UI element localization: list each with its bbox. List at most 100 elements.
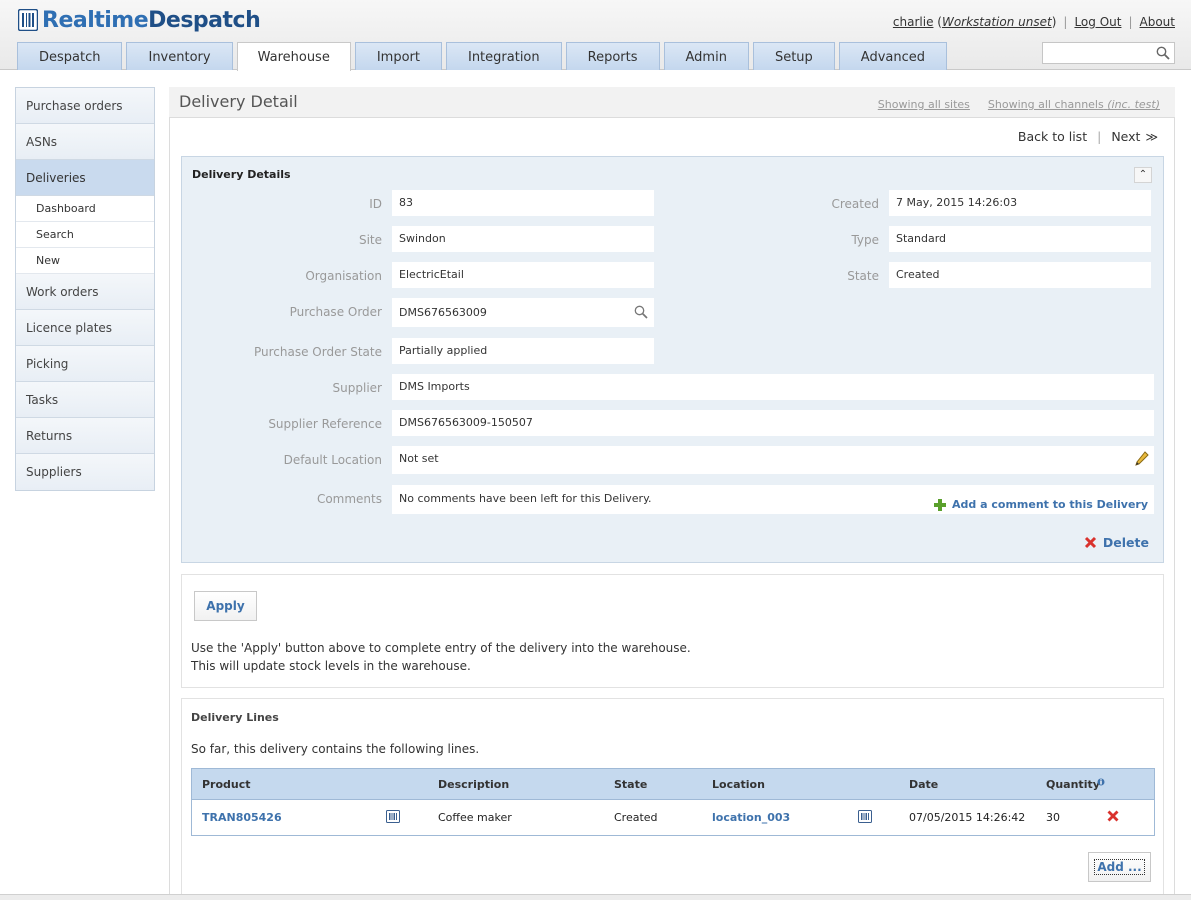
tab-inventory[interactable]: Inventory: [126, 42, 233, 70]
delivery-details-panel: Delivery Details ⌃ ID 83 Site Swindon Or…: [181, 156, 1164, 563]
sidebar-item-picking[interactable]: Picking: [16, 346, 154, 382]
col-location[interactable]: Location: [712, 769, 765, 800]
sidebar-item-purchase-orders[interactable]: Purchase orders: [16, 88, 154, 124]
sidebar-item-returns[interactable]: Returns: [16, 418, 154, 454]
state-value: Created: [889, 262, 1151, 288]
id-label: ID: [369, 197, 382, 211]
sidebar-item-licence-plates[interactable]: Licence plates: [16, 310, 154, 346]
barcode-icon[interactable]: [386, 810, 400, 823]
username-link[interactable]: charlie: [893, 15, 934, 29]
sidebar-item-work-orders[interactable]: Work orders: [16, 274, 154, 310]
lines-table: Product Description State Location Date …: [191, 768, 1155, 836]
panel-title: Delivery Details: [192, 168, 291, 181]
location-link[interactable]: location_003: [712, 800, 790, 835]
filters: Showing all sites Showing all channels (…: [878, 98, 1160, 111]
sidebar-item-suppliers[interactable]: Suppliers: [16, 454, 154, 490]
created-label: Created: [831, 197, 880, 211]
main-tabs: Despatch Inventory Warehouse Import Inte…: [17, 42, 947, 71]
logo-text: RealtimeDespatch: [42, 7, 261, 33]
tab-import[interactable]: Import: [354, 42, 442, 70]
barcode-logo-icon: [18, 9, 38, 31]
supplier-value: DMS Imports: [392, 374, 1154, 400]
site-value: Swindon: [392, 226, 654, 252]
delete-x-icon: [1084, 536, 1096, 549]
edit-pencil-icon[interactable]: [1135, 451, 1149, 467]
apply-help-text: Use the 'Apply' button above to complete…: [191, 641, 691, 673]
purchase-order-value[interactable]: DMS676563009: [392, 298, 654, 327]
logout-link[interactable]: Log Out: [1074, 15, 1121, 29]
type-label: Type: [851, 233, 879, 247]
plus-icon: [934, 499, 947, 511]
state-label: State: [847, 269, 879, 283]
next-link[interactable]: Next: [1111, 129, 1140, 144]
search-icon[interactable]: [634, 305, 648, 319]
supplier-reference-value: DMS676563009-150507: [392, 410, 1154, 436]
default-location-value: Not set: [392, 446, 1154, 474]
info-icon[interactable]: [1097, 765, 1105, 786]
supplier-label: Supplier: [332, 381, 382, 395]
tab-warehouse[interactable]: Warehouse: [236, 42, 351, 71]
delivery-lines-panel: Delivery Lines So far, this delivery con…: [181, 698, 1164, 900]
collapse-icon[interactable]: ⌃: [1134, 167, 1152, 183]
sidebar: Purchase orders ASNs Deliveries Dashboar…: [15, 87, 155, 491]
col-state[interactable]: State: [614, 769, 647, 800]
bottom-scroll-area: [0, 894, 1191, 900]
add-line-button[interactable]: Add ...: [1088, 852, 1151, 882]
id-value: 83: [392, 190, 654, 216]
tab-admin[interactable]: Admin: [663, 42, 749, 70]
workstation-label[interactable]: (Workstation unset): [933, 15, 1056, 29]
sidebar-item-deliveries[interactable]: Deliveries: [16, 160, 154, 196]
col-quantity[interactable]: Quantity: [1046, 769, 1100, 800]
lines-intro: So far, this delivery contains the follo…: [191, 742, 480, 756]
page-header: Delivery Detail Showing all sites Showin…: [169, 87, 1175, 118]
tab-integration[interactable]: Integration: [445, 42, 562, 70]
next-chevron-icon[interactable]: ≫: [1145, 130, 1158, 144]
tab-reports[interactable]: Reports: [565, 42, 660, 70]
page-title: Delivery Detail: [179, 92, 298, 111]
user-links: charlie (Workstation unset) | Log Out | …: [892, 15, 1175, 29]
col-product[interactable]: Product: [202, 769, 251, 800]
apply-button[interactable]: Apply: [194, 591, 257, 621]
sidebar-subitem-dashboard[interactable]: Dashboard: [16, 196, 154, 222]
sidebar-item-tasks[interactable]: Tasks: [16, 382, 154, 418]
supplier-reference-label: Supplier Reference: [268, 417, 382, 431]
po-state-value: Partially applied: [392, 338, 654, 364]
global-search: [1042, 42, 1175, 64]
created-value: 7 May, 2015 14:26:03: [889, 190, 1151, 216]
add-comment-link[interactable]: Add a comment to this Delivery: [934, 491, 1148, 519]
channel-filter-link[interactable]: Showing all channels (inc. test): [988, 98, 1160, 111]
quantity-cell: 30: [1046, 811, 1060, 824]
delete-x-icon[interactable]: [1107, 810, 1119, 822]
sidebar-item-asns[interactable]: ASNs: [16, 124, 154, 160]
sidebar-subitem-new[interactable]: New: [16, 248, 154, 274]
about-link[interactable]: About: [1140, 15, 1175, 29]
back-to-list-link[interactable]: Back to list: [1018, 129, 1087, 144]
col-date[interactable]: Date: [909, 769, 938, 800]
sidebar-subitem-search[interactable]: Search: [16, 222, 154, 248]
po-state-label: Purchase Order State: [254, 345, 382, 359]
app-logo[interactable]: RealtimeDespatch: [18, 7, 261, 33]
col-description[interactable]: Description: [438, 769, 509, 800]
comments-label: Comments: [316, 492, 382, 506]
barcode-icon[interactable]: [858, 810, 872, 823]
product-link[interactable]: TRAN805426: [202, 800, 282, 835]
state-cell: Created: [614, 811, 658, 824]
default-location-label: Default Location: [283, 453, 382, 467]
lines-title: Delivery Lines: [191, 711, 279, 724]
apply-panel: Apply Use the 'Apply' button above to co…: [181, 574, 1164, 688]
search-icon[interactable]: [1156, 46, 1170, 60]
type-value: Standard: [889, 226, 1151, 252]
tab-advanced[interactable]: Advanced: [838, 42, 947, 70]
delete-link[interactable]: Delete: [1084, 535, 1149, 550]
purchase-order-label: Purchase Order: [289, 305, 382, 319]
search-input[interactable]: [1043, 43, 1153, 63]
pager: Back to list | Next ≫: [1017, 129, 1158, 144]
tab-despatch[interactable]: Despatch: [17, 42, 123, 70]
table-header: Product Description State Location Date …: [192, 769, 1154, 800]
table-row: TRAN805426 Coffee maker Created location…: [192, 800, 1154, 835]
site-filter-link[interactable]: Showing all sites: [878, 98, 970, 111]
tab-setup[interactable]: Setup: [752, 42, 835, 70]
site-label: Site: [358, 233, 382, 247]
organisation-value: ElectricEtail: [392, 262, 654, 288]
date-cell: 07/05/2015 14:26:42: [909, 811, 1026, 824]
